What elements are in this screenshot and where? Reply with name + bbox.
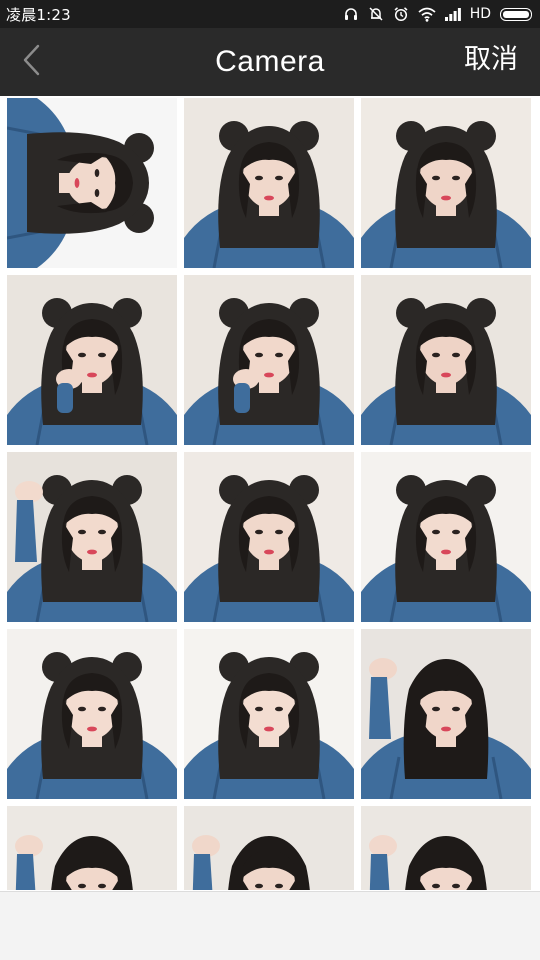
- photo-thumbnail[interactable]: [361, 629, 531, 799]
- photo-thumbnail[interactable]: [184, 629, 354, 799]
- photo-thumbnail[interactable]: [184, 806, 354, 890]
- status-bar: 凌晨1:23 HD: [0, 0, 540, 28]
- network-type-label: HD: [469, 6, 491, 22]
- photo-image: [361, 629, 531, 799]
- photo-image: [7, 629, 177, 799]
- page-title: Camera: [215, 45, 325, 78]
- photo-image: [361, 275, 531, 445]
- photo-image: [7, 452, 177, 622]
- alarm-icon: [393, 6, 409, 22]
- photo-image: [7, 98, 177, 268]
- photo-image: [184, 98, 354, 268]
- photo-thumbnail[interactable]: [7, 275, 177, 445]
- wifi-icon: [418, 7, 436, 22]
- headset-icon: [343, 6, 359, 22]
- photo-image: [184, 629, 354, 799]
- photo-thumbnail[interactable]: [361, 98, 531, 268]
- photo-image: [184, 452, 354, 622]
- photo-thumbnail[interactable]: [184, 98, 354, 268]
- mute-icon: [368, 6, 384, 22]
- photo-thumbnail[interactable]: [7, 452, 177, 622]
- photo-image: [361, 452, 531, 622]
- photo-thumbnail[interactable]: [361, 806, 531, 890]
- nav-bar: Camera 取消: [0, 28, 540, 96]
- chevron-left-icon: [21, 43, 43, 81]
- battery-icon: [500, 7, 532, 21]
- photo-image: [7, 806, 177, 890]
- signal-icon: [444, 7, 461, 21]
- photo-grid: [7, 98, 533, 890]
- photo-image: [361, 806, 531, 890]
- back-button[interactable]: [10, 38, 54, 86]
- photo-image: [361, 98, 531, 268]
- photo-thumbnail[interactable]: [184, 275, 354, 445]
- photo-image: [184, 806, 354, 890]
- status-time: 凌晨1:23: [6, 5, 71, 24]
- photo-image: [184, 275, 354, 445]
- photo-thumbnail[interactable]: [184, 452, 354, 622]
- photo-image: [7, 275, 177, 445]
- cancel-button[interactable]: 取消: [464, 28, 518, 96]
- photo-thumbnail[interactable]: [7, 98, 177, 268]
- photo-thumbnail[interactable]: [7, 629, 177, 799]
- photo-thumbnail[interactable]: [361, 275, 531, 445]
- photo-thumbnail[interactable]: [7, 806, 177, 890]
- photo-thumbnail[interactable]: [361, 452, 531, 622]
- status-icons: HD: [343, 6, 532, 22]
- bottom-bar: [0, 891, 540, 960]
